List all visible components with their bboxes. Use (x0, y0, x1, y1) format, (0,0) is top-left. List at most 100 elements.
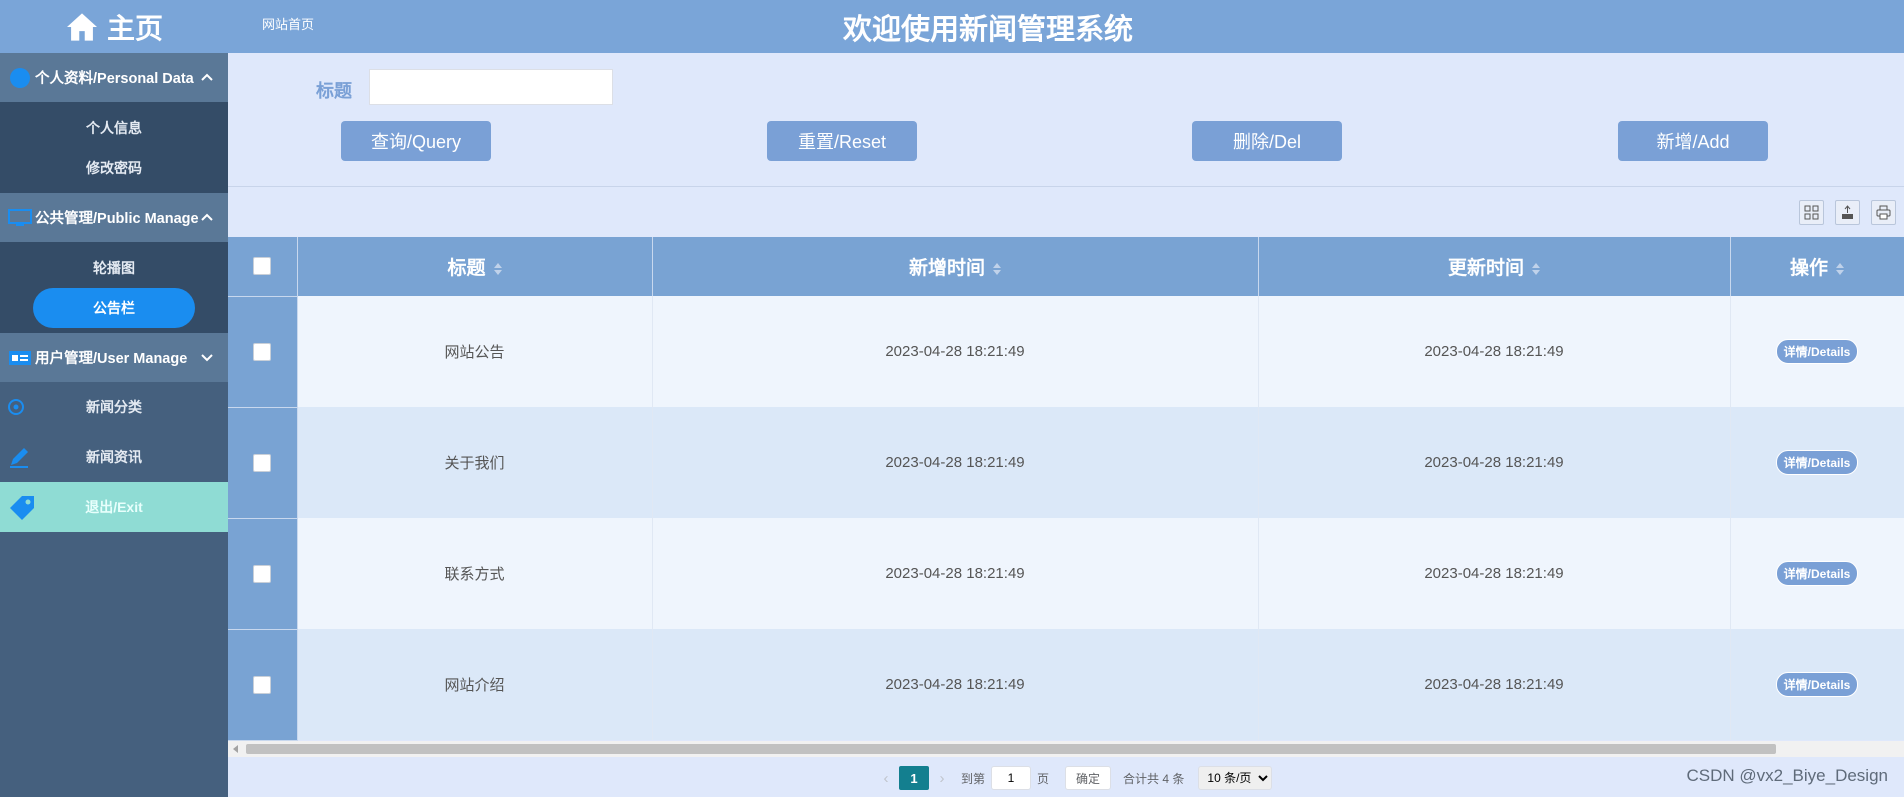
column-header-updated[interactable]: 更新时间 (1258, 237, 1731, 296)
goto-label: 到第 (961, 771, 986, 786)
sidebar-item-news-category[interactable]: 新闻分类 (0, 382, 228, 432)
reset-button[interactable]: 重置/Reset (767, 121, 917, 161)
cell-created: 2023-04-28 18:21:49 (652, 629, 1259, 740)
brand-label: 主页 (106, 11, 163, 45)
chevron-down-icon (201, 354, 213, 362)
cell-created: 2023-04-28 18:21:49 (652, 407, 1259, 518)
user-circle-icon (8, 67, 32, 89)
sort-icon[interactable] (1836, 262, 1844, 275)
prev-page-icon[interactable]: ‹ (873, 770, 899, 787)
table-row: 网站介绍 2023-04-28 18:21:49 2023-04-28 18:2… (228, 629, 1904, 741)
goto-page-input[interactable] (991, 766, 1032, 790)
select-all-cell (228, 237, 298, 297)
chevron-up-icon (201, 213, 213, 221)
app-title: 欢迎使用新闻管理系统 (228, 6, 1904, 48)
cell-updated: 2023-04-28 18:21:49 (1258, 407, 1731, 518)
page-number-current[interactable]: 1 (899, 766, 929, 790)
column-label: 更新时间 (1447, 258, 1524, 279)
cell-created: 2023-04-28 18:21:49 (652, 518, 1259, 629)
sidebar-item-carousel[interactable]: 轮播图 (0, 248, 228, 288)
table-toolbar (1799, 200, 1896, 225)
row-select-cell (228, 629, 298, 741)
section-label-public: 公共管理/Public Manage (35, 211, 199, 227)
sort-icon[interactable] (1532, 262, 1540, 275)
sidebar-item-notice[interactable]: 公告栏 (33, 287, 195, 328)
query-button[interactable]: 查询/Query (341, 121, 491, 161)
watermark-text: CSDN @vx2_Biye_Design (1686, 766, 1888, 785)
horizontal-scrollbar[interactable] (228, 741, 1904, 757)
scroll-left-arrow-icon[interactable] (233, 745, 238, 753)
cell-action: 详情/Details (1730, 629, 1904, 740)
goto-confirm-button[interactable]: 确定 (1065, 766, 1112, 790)
submenu-personal: 个人信息 修改密码 (0, 102, 228, 193)
cell-action: 详情/Details (1730, 518, 1904, 629)
column-header-action[interactable]: 操作 (1730, 237, 1904, 296)
row-checkbox[interactable] (253, 342, 272, 361)
table-row: 关于我们 2023-04-28 18:21:49 2023-04-28 18:2… (228, 407, 1904, 519)
section-label-user: 用户管理/User Manage (35, 351, 188, 367)
sort-icon[interactable] (493, 262, 502, 275)
home-brand[interactable]: 主页 (0, 0, 228, 53)
app-title-text: 欢迎使用新闻管理系统 (842, 12, 1133, 46)
row-checkbox[interactable] (253, 675, 272, 694)
scrollbar-thumb[interactable] (246, 744, 1776, 754)
cell-updated: 2023-04-28 18:21:49 (1258, 629, 1731, 740)
select-all-checkbox[interactable] (253, 257, 272, 276)
sidebar-item-label: 新闻资讯 (86, 449, 142, 465)
next-page-icon[interactable]: › (929, 770, 955, 787)
menu-section-public[interactable]: 公共管理/Public Manage (0, 193, 228, 242)
row-checkbox[interactable] (253, 564, 272, 583)
row-select-cell (228, 296, 298, 408)
title-filter-label: 标题 (316, 81, 352, 101)
menu-section-personal[interactable]: 个人资料/Personal Data (0, 53, 228, 102)
sidebar-item-exit[interactable]: 退出/Exit (0, 482, 228, 532)
column-label: 新增时间 (908, 258, 985, 279)
table-header-row: 标题 新增时间 更新时间 操作 (228, 237, 1904, 297)
details-button[interactable]: 详情/Details (1775, 339, 1859, 364)
title-search-input[interactable] (369, 69, 613, 105)
cell-action: 详情/Details (1730, 407, 1904, 518)
sidebar-item-label: 新闻分类 (86, 399, 142, 415)
cell-updated: 2023-04-28 18:21:49 (1258, 518, 1731, 629)
export-button[interactable] (1835, 200, 1860, 225)
monitor-icon (8, 207, 32, 229)
page-size-select[interactable]: 10 条/页 (1198, 766, 1273, 790)
cell-title: 关于我们 (297, 407, 653, 518)
pagination: ‹ 1 › 到第 页 确定 合计共 4 条 10 条/页 (873, 766, 1273, 790)
details-button[interactable]: 详情/Details (1775, 450, 1859, 475)
grid-icon (1804, 205, 1819, 220)
cell-created: 2023-04-28 18:21:49 (652, 296, 1259, 407)
column-header-created[interactable]: 新增时间 (652, 237, 1259, 296)
column-label: 标题 (447, 258, 486, 279)
pencil-icon (10, 448, 28, 468)
sidebar-item-news-info[interactable]: 新闻资讯 (0, 432, 228, 482)
cell-title: 联系方式 (297, 518, 653, 629)
data-table: 标题 新增时间 更新时间 操作 网站公告 2023-04-28 18:21:49… (228, 237, 1904, 741)
sort-icon[interactable] (993, 262, 1001, 275)
id-card-icon (8, 347, 32, 369)
delete-button[interactable]: 删除/Del (1192, 121, 1342, 161)
chevron-up-icon (201, 73, 213, 81)
search-panel: 标题 查询/Query 重置/Reset 删除/Del 新增/Add (228, 53, 1904, 187)
menu-section-user[interactable]: 用户管理/User Manage (0, 333, 228, 382)
total-count: 合计共 4 条 (1123, 771, 1185, 786)
add-button[interactable]: 新增/Add (1618, 121, 1768, 161)
row-checkbox[interactable] (253, 453, 272, 472)
submenu-public: 轮播图 公告栏 (0, 242, 228, 333)
cell-updated: 2023-04-28 18:21:49 (1258, 296, 1731, 407)
cell-title: 网站介绍 (297, 629, 653, 740)
print-button[interactable] (1871, 200, 1896, 225)
columns-toggle-button[interactable] (1799, 200, 1824, 225)
gear-icon (8, 399, 24, 415)
column-label: 操作 (1789, 258, 1828, 279)
cell-action: 详情/Details (1730, 296, 1904, 407)
row-select-cell (228, 407, 298, 519)
home-icon (66, 12, 97, 41)
print-icon (1876, 205, 1891, 220)
details-button[interactable]: 详情/Details (1775, 561, 1859, 586)
sidebar-item-change-password[interactable]: 修改密码 (0, 148, 228, 188)
sidebar-item-personal-info[interactable]: 个人信息 (0, 108, 228, 148)
column-header-title[interactable]: 标题 (297, 237, 653, 296)
details-button[interactable]: 详情/Details (1775, 672, 1859, 697)
top-header: 网站首页 欢迎使用新闻管理系统 (228, 0, 1904, 53)
